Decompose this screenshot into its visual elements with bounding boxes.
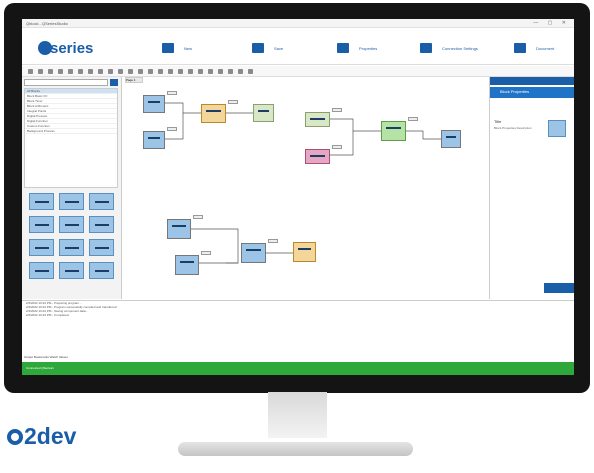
diagram-block[interactable]	[201, 104, 226, 123]
menu-new[interactable]: New	[162, 42, 192, 54]
menu-connection-settings[interactable]: Connection Settings	[420, 42, 478, 54]
block-tag	[167, 91, 177, 95]
menu-properties[interactable]: Properties	[337, 42, 377, 54]
palette-block[interactable]	[29, 239, 54, 256]
diagram-block[interactable]	[167, 219, 191, 239]
properties-panel: Block Properties Title Block Properties …	[489, 77, 574, 299]
app-logo: series	[38, 40, 93, 57]
menu-save[interactable]: Save	[252, 42, 283, 54]
tool-button[interactable]	[118, 68, 123, 74]
monitor-stand-neck	[268, 392, 327, 438]
brand-badge-icon	[7, 429, 23, 445]
brand-logo: 2dev	[7, 423, 76, 450]
window-titlebar: Qblock - QSeriesStudio — ▢ ✕	[22, 19, 574, 28]
menu-document[interactable]: Document	[514, 42, 554, 54]
tool-button[interactable]	[198, 68, 203, 74]
save-icon	[252, 43, 264, 53]
diagram-block[interactable]	[305, 149, 330, 164]
main-menubar: series New Save Properties Connection Se…	[22, 29, 574, 65]
tool-button[interactable]	[148, 68, 153, 74]
tool-button[interactable]	[78, 68, 83, 74]
document-icon	[514, 43, 526, 53]
properties-action-button[interactable]	[544, 283, 574, 293]
tool-button[interactable]	[58, 68, 63, 74]
tool-button[interactable]	[178, 68, 183, 74]
diagram-block[interactable]	[381, 121, 406, 141]
category-item[interactable]: Background Process	[25, 129, 117, 134]
palette-block[interactable]	[89, 216, 114, 233]
diagram-block[interactable]	[175, 255, 199, 275]
tool-button[interactable]	[228, 68, 233, 74]
diagram-block[interactable]	[305, 112, 330, 127]
properties-tabs[interactable]	[490, 77, 574, 85]
tool-button[interactable]	[88, 68, 93, 74]
property-description: Block Properties Description	[494, 126, 532, 130]
app-screen: Qblock - QSeriesStudio — ▢ ✕ series New …	[22, 19, 574, 375]
toolbar	[22, 66, 574, 77]
tool-button[interactable]	[218, 68, 223, 74]
block-palette	[24, 193, 118, 279]
tool-button[interactable]	[68, 68, 73, 74]
diagram-block[interactable]	[293, 242, 316, 262]
tool-button[interactable]	[208, 68, 213, 74]
tool-button[interactable]	[158, 68, 163, 74]
status-bar: Connected QSeries1	[22, 362, 574, 375]
block-preview-icon	[548, 120, 566, 137]
tool-button[interactable]	[138, 68, 143, 74]
block-library-sidebar: All Blocks Block Basic I/O Block Timer B…	[22, 77, 122, 299]
category-list: All Blocks Block Basic I/O Block Timer B…	[24, 88, 118, 188]
diagram-block[interactable]	[253, 104, 274, 122]
tool-button[interactable]	[38, 68, 43, 74]
tool-button[interactable]	[128, 68, 133, 74]
palette-block[interactable]	[59, 193, 84, 210]
block-tag	[228, 100, 238, 104]
block-tag	[167, 127, 177, 131]
block-tag	[408, 117, 418, 121]
search-icon[interactable]	[110, 79, 118, 86]
tool-button[interactable]	[168, 68, 173, 74]
palette-block[interactable]	[59, 239, 84, 256]
diagram-block[interactable]	[241, 243, 266, 263]
folder-icon	[162, 43, 174, 53]
properties-title: Block Properties	[500, 89, 530, 94]
palette-block[interactable]	[59, 262, 84, 279]
diagram-block[interactable]	[143, 131, 165, 149]
palette-block[interactable]	[89, 239, 114, 256]
window-title: Qblock - QSeriesStudio	[26, 21, 68, 26]
palette-block[interactable]	[89, 193, 114, 210]
palette-block[interactable]	[29, 216, 54, 233]
block-tag	[193, 215, 203, 219]
monitor-stand-base	[178, 442, 413, 456]
log-line: 2/4/2022 10:22 PM - Completed.	[26, 313, 70, 317]
diagram-canvas[interactable]: Page 1	[123, 77, 488, 299]
diagram-block[interactable]	[441, 130, 461, 148]
block-tag	[268, 239, 278, 243]
diagram-block[interactable]	[143, 95, 165, 113]
tool-button[interactable]	[108, 68, 113, 74]
palette-block[interactable]	[59, 216, 84, 233]
block-tag	[201, 251, 211, 255]
truck-icon	[337, 43, 349, 53]
tool-button[interactable]	[98, 68, 103, 74]
search-input[interactable]	[24, 79, 108, 86]
tool-button[interactable]	[188, 68, 193, 74]
block-tag	[332, 108, 342, 112]
brand-text: 2dev	[24, 423, 77, 449]
block-tag	[332, 145, 342, 149]
logo-text: series	[50, 40, 94, 57]
tool-button[interactable]	[48, 68, 53, 74]
connection-icon	[420, 43, 432, 53]
log-tabs[interactable]: Output Bookmarks Watch Values	[24, 355, 68, 359]
palette-block[interactable]	[29, 262, 54, 279]
tool-button[interactable]	[238, 68, 243, 74]
window-controls[interactable]: — ▢ ✕	[533, 19, 570, 28]
property-label: Title	[494, 119, 502, 124]
palette-block[interactable]	[29, 193, 54, 210]
palette-block[interactable]	[89, 262, 114, 279]
output-log: 2/4/2022 10:22 PM - Preparing program...…	[22, 300, 574, 352]
tool-button[interactable]	[28, 68, 33, 74]
monitor-bezel: Qblock - QSeriesStudio — ▢ ✕ series New …	[4, 3, 590, 393]
tool-button[interactable]	[248, 68, 253, 74]
